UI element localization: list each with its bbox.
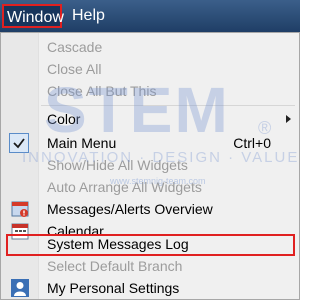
menu-icon-gutter <box>1 33 39 299</box>
menu-item-close-all-but-this[interactable]: Close All But This <box>47 81 156 102</box>
menu-item-auto-arrange-widgets[interactable]: Auto Arrange All Widgets <box>47 177 202 198</box>
main-menu-shortcut: Ctrl+0 <box>233 135 271 151</box>
menu-item-select-default-branch[interactable]: Select Default Branch <box>47 256 182 277</box>
menu-separator <box>41 105 295 106</box>
checkmark-icon <box>9 133 29 153</box>
menu-item-messages-alerts-overview[interactable]: Messages/Alerts Overview <box>47 199 213 220</box>
menu-item-show-hide-widgets[interactable]: Show/Hide All Widgets <box>47 155 188 176</box>
window-dropdown-menu: Cascade Close All Close All But This Col… <box>0 32 300 300</box>
submenu-arrow-icon <box>286 115 291 123</box>
menu-item-system-messages-log[interactable]: System Messages Log <box>47 234 189 255</box>
user-icon <box>11 279 29 297</box>
menu-item-cascade[interactable]: Cascade <box>47 37 102 58</box>
menu-item-my-personal-settings[interactable]: My Personal Settings <box>47 278 179 299</box>
window-menu[interactable]: Window <box>2 4 64 28</box>
menu-item-close-all[interactable]: Close All <box>47 59 101 80</box>
help-menu[interactable]: Help <box>72 4 105 28</box>
menu-item-main-menu[interactable]: Main Menu <box>47 133 116 154</box>
menu-bar: Window Help <box>0 0 300 32</box>
alerts-icon <box>11 200 29 218</box>
menu-item-color[interactable]: Color <box>47 109 80 130</box>
